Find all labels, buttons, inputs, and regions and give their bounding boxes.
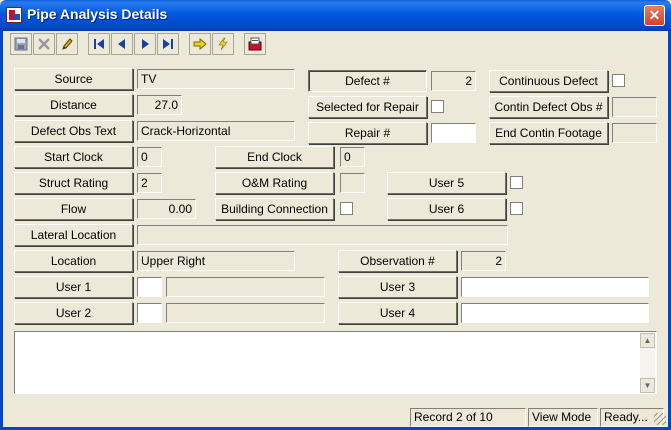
first-record-icon[interactable] xyxy=(88,33,110,55)
location-field[interactable]: Upper Right xyxy=(137,251,295,271)
user6-checkbox[interactable] xyxy=(510,202,523,215)
om-rating-field[interactable] xyxy=(340,173,365,193)
scroll-up-icon[interactable]: ▲ xyxy=(640,333,655,348)
building-connection-button[interactable]: Building Connection xyxy=(215,198,334,220)
struct-rating-button[interactable]: Struct Rating xyxy=(14,172,133,194)
notes-textarea[interactable]: ▲ ▼ xyxy=(14,331,657,394)
user2-desc-field[interactable] xyxy=(166,303,325,323)
location-button[interactable]: Location xyxy=(14,250,133,272)
source-field[interactable]: TV xyxy=(137,69,295,89)
end-clock-field[interactable]: 0 xyxy=(340,147,365,167)
status-mode: View Mode xyxy=(528,408,598,427)
close-button[interactable]: ✕ xyxy=(644,5,665,26)
scroll-down-icon[interactable]: ▼ xyxy=(640,378,655,393)
next-record-icon[interactable] xyxy=(134,33,156,55)
user5-checkbox[interactable] xyxy=(510,176,523,189)
save-icon[interactable] xyxy=(10,33,32,55)
defect-num-field[interactable]: 2 xyxy=(431,71,476,91)
lateral-location-button[interactable]: Lateral Location xyxy=(14,224,133,246)
building-connection-checkbox[interactable] xyxy=(340,202,353,215)
report-icon[interactable] xyxy=(244,33,266,55)
om-rating-button[interactable]: O&M Rating xyxy=(215,172,334,194)
distance-button[interactable]: Distance xyxy=(14,94,133,116)
edit-icon[interactable] xyxy=(56,33,78,55)
observation-num-button[interactable]: Observation # xyxy=(338,250,457,272)
user1-desc-field[interactable] xyxy=(166,277,325,297)
selected-for-repair-button[interactable]: Selected for Repair xyxy=(308,96,427,118)
start-clock-button[interactable]: Start Clock xyxy=(14,146,133,168)
start-clock-field[interactable]: 0 xyxy=(137,147,162,167)
end-clock-button[interactable]: End Clock xyxy=(215,146,334,168)
user4-field[interactable] xyxy=(461,303,649,323)
prev-record-icon[interactable] xyxy=(111,33,133,55)
user5-button[interactable]: User 5 xyxy=(387,172,506,194)
notes-scrollbar[interactable]: ▲ ▼ xyxy=(640,333,655,393)
flash-icon[interactable] xyxy=(212,33,234,55)
defect-num-button[interactable]: Defect # xyxy=(308,70,427,92)
struct-rating-field[interactable]: 2 xyxy=(137,173,162,193)
window-title: Pipe Analysis Details xyxy=(27,6,168,22)
title-bar: Pipe Analysis Details ✕ xyxy=(0,0,671,31)
delete-icon[interactable] xyxy=(33,33,55,55)
resize-grip-icon[interactable] xyxy=(654,413,666,425)
defect-obs-text-button[interactable]: Defect Obs Text xyxy=(14,120,133,142)
end-contin-footage-button[interactable]: End Contin Footage xyxy=(489,122,608,144)
last-record-icon[interactable] xyxy=(157,33,179,55)
flow-field[interactable]: 0.00 xyxy=(137,199,196,219)
user3-button[interactable]: User 3 xyxy=(338,276,457,298)
flow-button[interactable]: Flow xyxy=(14,198,133,220)
user4-button[interactable]: User 4 xyxy=(338,302,457,324)
user1-button[interactable]: User 1 xyxy=(14,276,133,298)
status-record: Record 2 of 10 xyxy=(410,408,526,427)
user2-code-field[interactable] xyxy=(137,303,162,323)
repair-num-field[interactable] xyxy=(431,123,476,143)
selected-for-repair-checkbox[interactable] xyxy=(431,100,444,113)
contin-defect-obs-button[interactable]: Contin Defect Obs # xyxy=(489,96,608,118)
user3-field[interactable] xyxy=(461,277,649,297)
user2-button[interactable]: User 2 xyxy=(14,302,133,324)
user6-button[interactable]: User 6 xyxy=(387,198,506,220)
end-contin-footage-field[interactable] xyxy=(612,123,657,143)
continuous-defect-button[interactable]: Continuous Defect xyxy=(489,70,608,92)
lateral-location-field[interactable] xyxy=(137,225,508,245)
app-icon xyxy=(6,7,22,23)
contin-defect-obs-field[interactable] xyxy=(612,97,657,117)
distance-field[interactable]: 27.0 xyxy=(137,95,182,115)
defect-obs-text-field[interactable]: Crack-Horizontal xyxy=(137,121,295,141)
observation-num-field[interactable]: 2 xyxy=(461,251,506,271)
source-button[interactable]: Source xyxy=(14,68,133,90)
repair-num-button[interactable]: Repair # xyxy=(308,122,427,144)
continuous-defect-checkbox[interactable] xyxy=(612,74,625,87)
go-icon[interactable] xyxy=(189,33,211,55)
user1-code-field[interactable] xyxy=(137,277,162,297)
